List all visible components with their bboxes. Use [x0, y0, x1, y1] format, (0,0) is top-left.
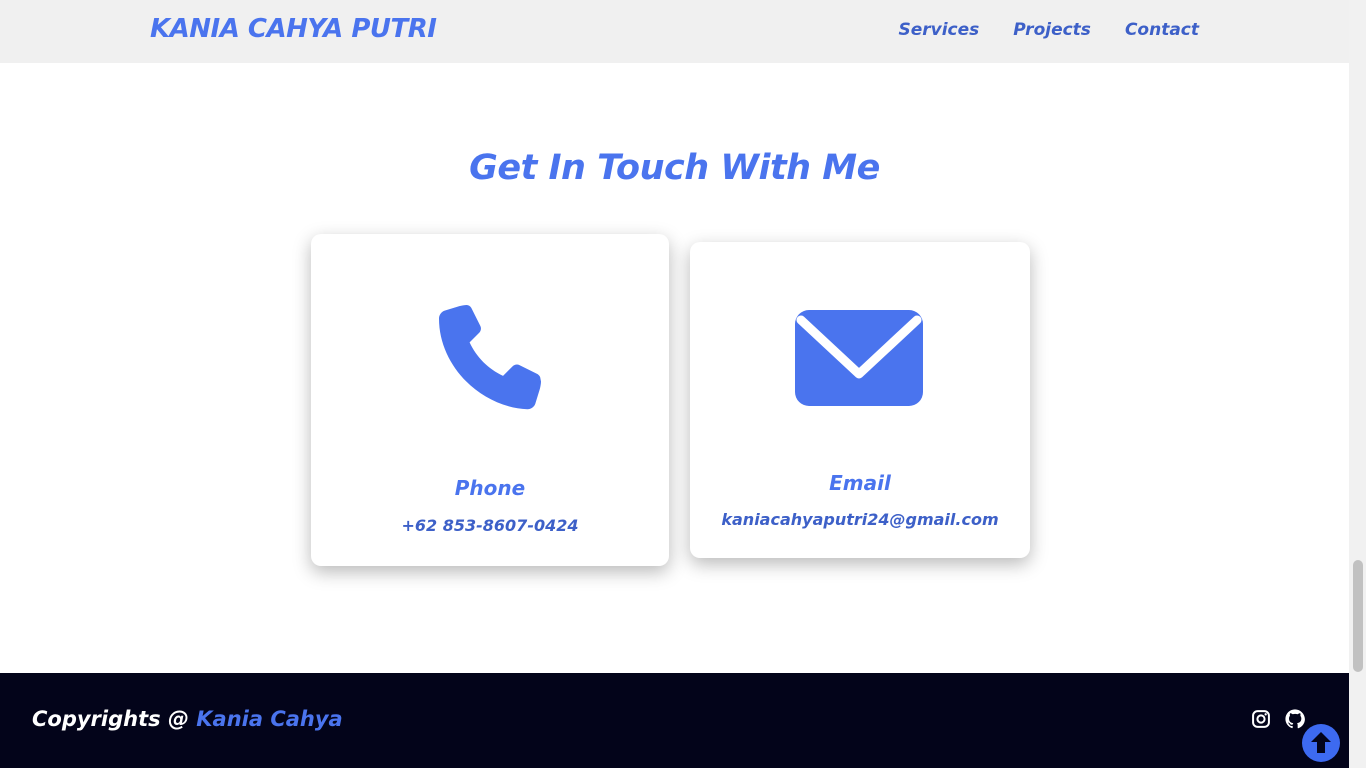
- contact-section-title: Get In Touch With Me: [469, 148, 880, 188]
- scrollbar-thumb[interactable]: [1353, 560, 1363, 672]
- github-icon[interactable]: [1285, 709, 1305, 729]
- site-footer: Copyrights @ Kania Cahya: [0, 673, 1349, 768]
- nav-projects-link[interactable]: Projects: [1013, 20, 1091, 40]
- email-label: Email: [829, 471, 891, 495]
- phone-icon: [422, 288, 558, 424]
- nav-services-link[interactable]: Services: [898, 20, 979, 40]
- phone-card: Phone +62 853-8607-0424: [311, 234, 669, 566]
- copyright-name: Kania Cahya: [196, 707, 343, 731]
- copyright-text: Copyrights @ Kania Cahya: [32, 707, 343, 731]
- social-links: [1251, 709, 1305, 729]
- main-nav: Services Projects Contact: [898, 20, 1199, 40]
- nav-contact-link[interactable]: Contact: [1125, 20, 1199, 40]
- instagram-icon[interactable]: [1251, 709, 1271, 729]
- mail-icon: [795, 310, 923, 406]
- scroll-to-top-button[interactable]: [1302, 724, 1340, 762]
- email-address[interactable]: kaniacahyaputri24@gmail.com: [690, 510, 1030, 529]
- phone-number[interactable]: +62 853-8607-0424: [311, 516, 669, 535]
- email-card: Email kaniacahyaputri24@gmail.com: [690, 242, 1030, 558]
- page: KANIA CAHYA PUTRI Services Projects Cont…: [0, 0, 1366, 768]
- vertical-scrollbar[interactable]: [1349, 0, 1366, 768]
- arrow-up-icon: [1311, 732, 1331, 753]
- copyright-prefix: Copyrights @: [32, 707, 197, 731]
- phone-label: Phone: [454, 476, 526, 500]
- site-header: KANIA CAHYA PUTRI Services Projects Cont…: [0, 0, 1349, 63]
- brand-logo[interactable]: KANIA CAHYA PUTRI: [150, 14, 437, 44]
